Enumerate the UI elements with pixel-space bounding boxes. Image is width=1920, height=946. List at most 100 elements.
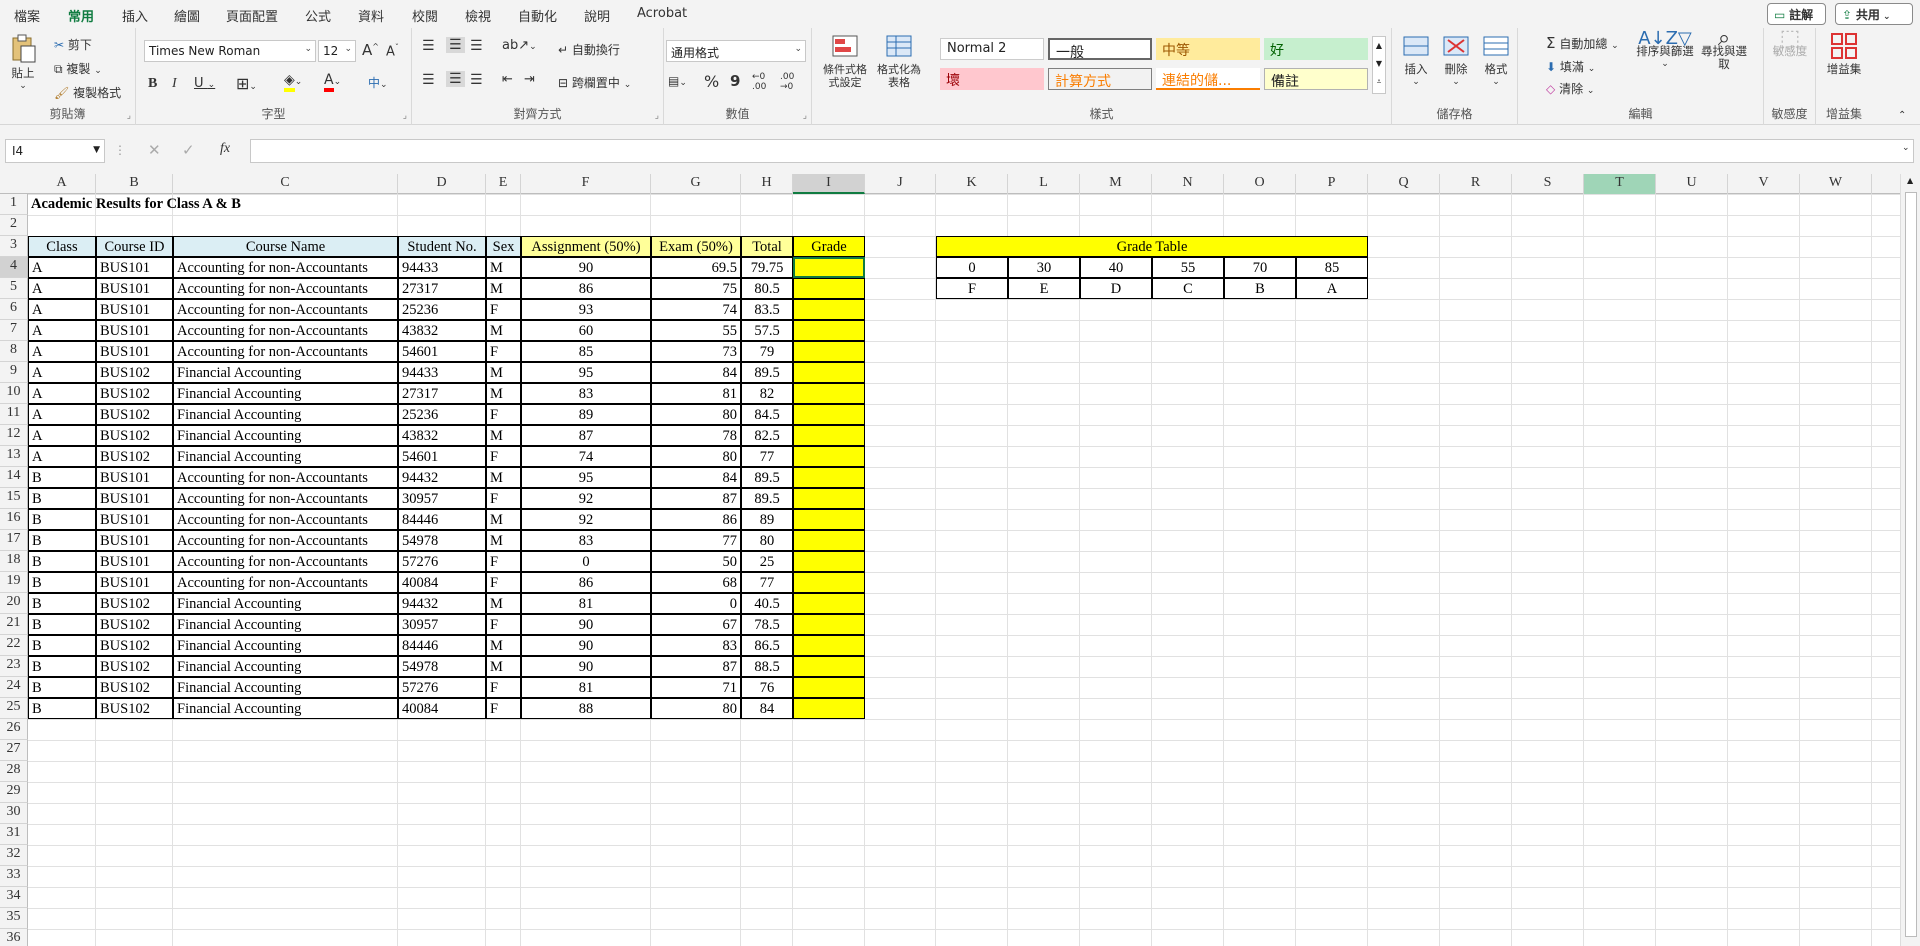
data-cell[interactable]: 88.5 [741, 656, 793, 677]
grade-threshold-cell[interactable]: 0 [936, 257, 1008, 278]
data-cell[interactable]: 82 [741, 383, 793, 404]
row-header-5[interactable]: 5 [0, 278, 28, 299]
column-header-q[interactable]: Q [1368, 174, 1440, 194]
data-cell[interactable]: 90 [521, 614, 651, 635]
header-cell[interactable]: Class [28, 236, 96, 257]
data-cell[interactable]: B [28, 467, 96, 488]
data-cell[interactable]: B [28, 635, 96, 656]
row-header-6[interactable]: 6 [0, 299, 28, 320]
data-cell[interactable]: 85 [521, 341, 651, 362]
comments-button[interactable]: ▭ 註解 [1767, 3, 1826, 25]
format-painter-button[interactable]: 🖌 複製格式 [54, 84, 121, 101]
font-size-combo[interactable]: 12 ⌄ [318, 40, 356, 62]
grade-table-title[interactable]: Grade Table [936, 236, 1368, 257]
vertical-scrollbar[interactable]: ▲ [1900, 174, 1920, 946]
grade-letter-cell[interactable]: A [1296, 278, 1368, 299]
row-header-8[interactable]: 8 [0, 341, 28, 362]
tab-automate[interactable]: 自動化 [518, 6, 557, 25]
grade-letter-cell[interactable]: F [936, 278, 1008, 299]
data-cell[interactable]: Accounting for non-Accountants [173, 572, 398, 593]
grade-threshold-cell[interactable]: 70 [1224, 257, 1296, 278]
data-cell[interactable]: 89 [741, 509, 793, 530]
clipboard-launcher-icon[interactable]: ⌟ [127, 111, 131, 121]
data-cell[interactable]: Accounting for non-Accountants [173, 530, 398, 551]
data-cell[interactable]: B [28, 614, 96, 635]
number-format-combo[interactable]: 通用格式 ⌄ [666, 40, 806, 62]
grade-threshold-cell[interactable]: 30 [1008, 257, 1080, 278]
tab-acrobat[interactable]: Acrobat [637, 6, 687, 21]
column-header-r[interactable]: R [1440, 174, 1512, 194]
data-cell[interactable]: 78 [651, 425, 741, 446]
row-header-14[interactable]: 14 [0, 467, 28, 488]
enter-icon[interactable]: ✓ [182, 141, 195, 159]
data-cell[interactable]: BUS101 [96, 509, 173, 530]
bold-button[interactable]: B [148, 76, 157, 92]
data-cell[interactable]: Accounting for non-Accountants [173, 257, 398, 278]
data-cell[interactable]: B [28, 593, 96, 614]
border-button[interactable]: ⊞⌄ [236, 74, 257, 93]
row-header-25[interactable]: 25 [0, 698, 28, 719]
row-header-31[interactable]: 31 [0, 824, 28, 845]
data-cell[interactable]: BUS102 [96, 404, 173, 425]
header-cell[interactable]: Course ID [96, 236, 173, 257]
row-header-34[interactable]: 34 [0, 887, 28, 908]
data-cell[interactable]: 71 [651, 677, 741, 698]
column-header-k[interactable]: K [936, 174, 1008, 194]
data-cell[interactable]: A [28, 299, 96, 320]
data-cell[interactable]: M [486, 530, 521, 551]
style-bad[interactable]: 壞 [940, 68, 1044, 90]
data-cell[interactable]: A [28, 383, 96, 404]
row-header-19[interactable]: 19 [0, 572, 28, 593]
grade-cell[interactable] [793, 425, 865, 446]
data-cell[interactable]: BUS101 [96, 299, 173, 320]
data-cell[interactable]: 86.5 [741, 635, 793, 656]
row-header-24[interactable]: 24 [0, 677, 28, 698]
column-header-e[interactable]: E [486, 174, 521, 194]
data-cell[interactable]: B [28, 488, 96, 509]
data-cell[interactable]: 94432 [398, 467, 486, 488]
data-cell[interactable]: A [28, 362, 96, 383]
data-cell[interactable]: M [486, 509, 521, 530]
data-cell[interactable]: 30957 [398, 614, 486, 635]
align-middle-icon[interactable]: ☰ [446, 37, 465, 53]
data-cell[interactable]: 84 [741, 698, 793, 719]
row-header-12[interactable]: 12 [0, 425, 28, 446]
header-cell[interactable]: Assignment (50%) [521, 236, 651, 257]
data-cell[interactable]: BUS101 [96, 530, 173, 551]
column-header-v[interactable]: V [1728, 174, 1800, 194]
grade-cell[interactable] [793, 362, 865, 383]
header-cell[interactable]: Total [741, 236, 793, 257]
grade-cell[interactable] [793, 278, 865, 299]
data-cell[interactable]: BUS102 [96, 677, 173, 698]
data-cell[interactable]: 50 [651, 551, 741, 572]
scroll-up-icon[interactable]: ▲ [1907, 176, 1913, 185]
data-cell[interactable]: Accounting for non-Accountants [173, 509, 398, 530]
paste-button[interactable]: 貼上 ⌄ [6, 34, 40, 93]
grade-cell[interactable] [793, 530, 865, 551]
row-header-35[interactable]: 35 [0, 908, 28, 929]
font-launcher-icon[interactable]: ⌟ [403, 111, 407, 121]
data-cell[interactable]: 74 [651, 299, 741, 320]
data-cell[interactable]: M [486, 425, 521, 446]
header-cell[interactable]: Grade [793, 236, 865, 257]
data-cell[interactable]: 54601 [398, 446, 486, 467]
data-cell[interactable]: BUS102 [96, 383, 173, 404]
sort-filter-button[interactable]: A↓Z▽ 排序與篩選 ⌄ [1636, 30, 1694, 71]
tab-review[interactable]: 校閱 [412, 6, 438, 25]
grade-threshold-cell[interactable]: 55 [1152, 257, 1224, 278]
data-cell[interactable]: 43832 [398, 320, 486, 341]
data-cell[interactable]: A [28, 425, 96, 446]
header-cell[interactable]: Course Name [173, 236, 398, 257]
data-cell[interactable]: BUS101 [96, 488, 173, 509]
column-header-m[interactable]: M [1080, 174, 1152, 194]
row-header-36[interactable]: 36 [0, 929, 28, 946]
grade-letter-cell[interactable]: E [1008, 278, 1080, 299]
data-cell[interactable]: BUS102 [96, 656, 173, 677]
sensitivity-button[interactable]: ⬚ 敏感度 [1772, 28, 1808, 58]
data-cell[interactable]: Accounting for non-Accountants [173, 341, 398, 362]
copy-button[interactable]: ⧉ 複製 ⌄ [54, 60, 102, 77]
data-cell[interactable]: 78.5 [741, 614, 793, 635]
row-header-13[interactable]: 13 [0, 446, 28, 467]
column-header-n[interactable]: N [1152, 174, 1224, 194]
data-cell[interactable]: 83 [521, 530, 651, 551]
